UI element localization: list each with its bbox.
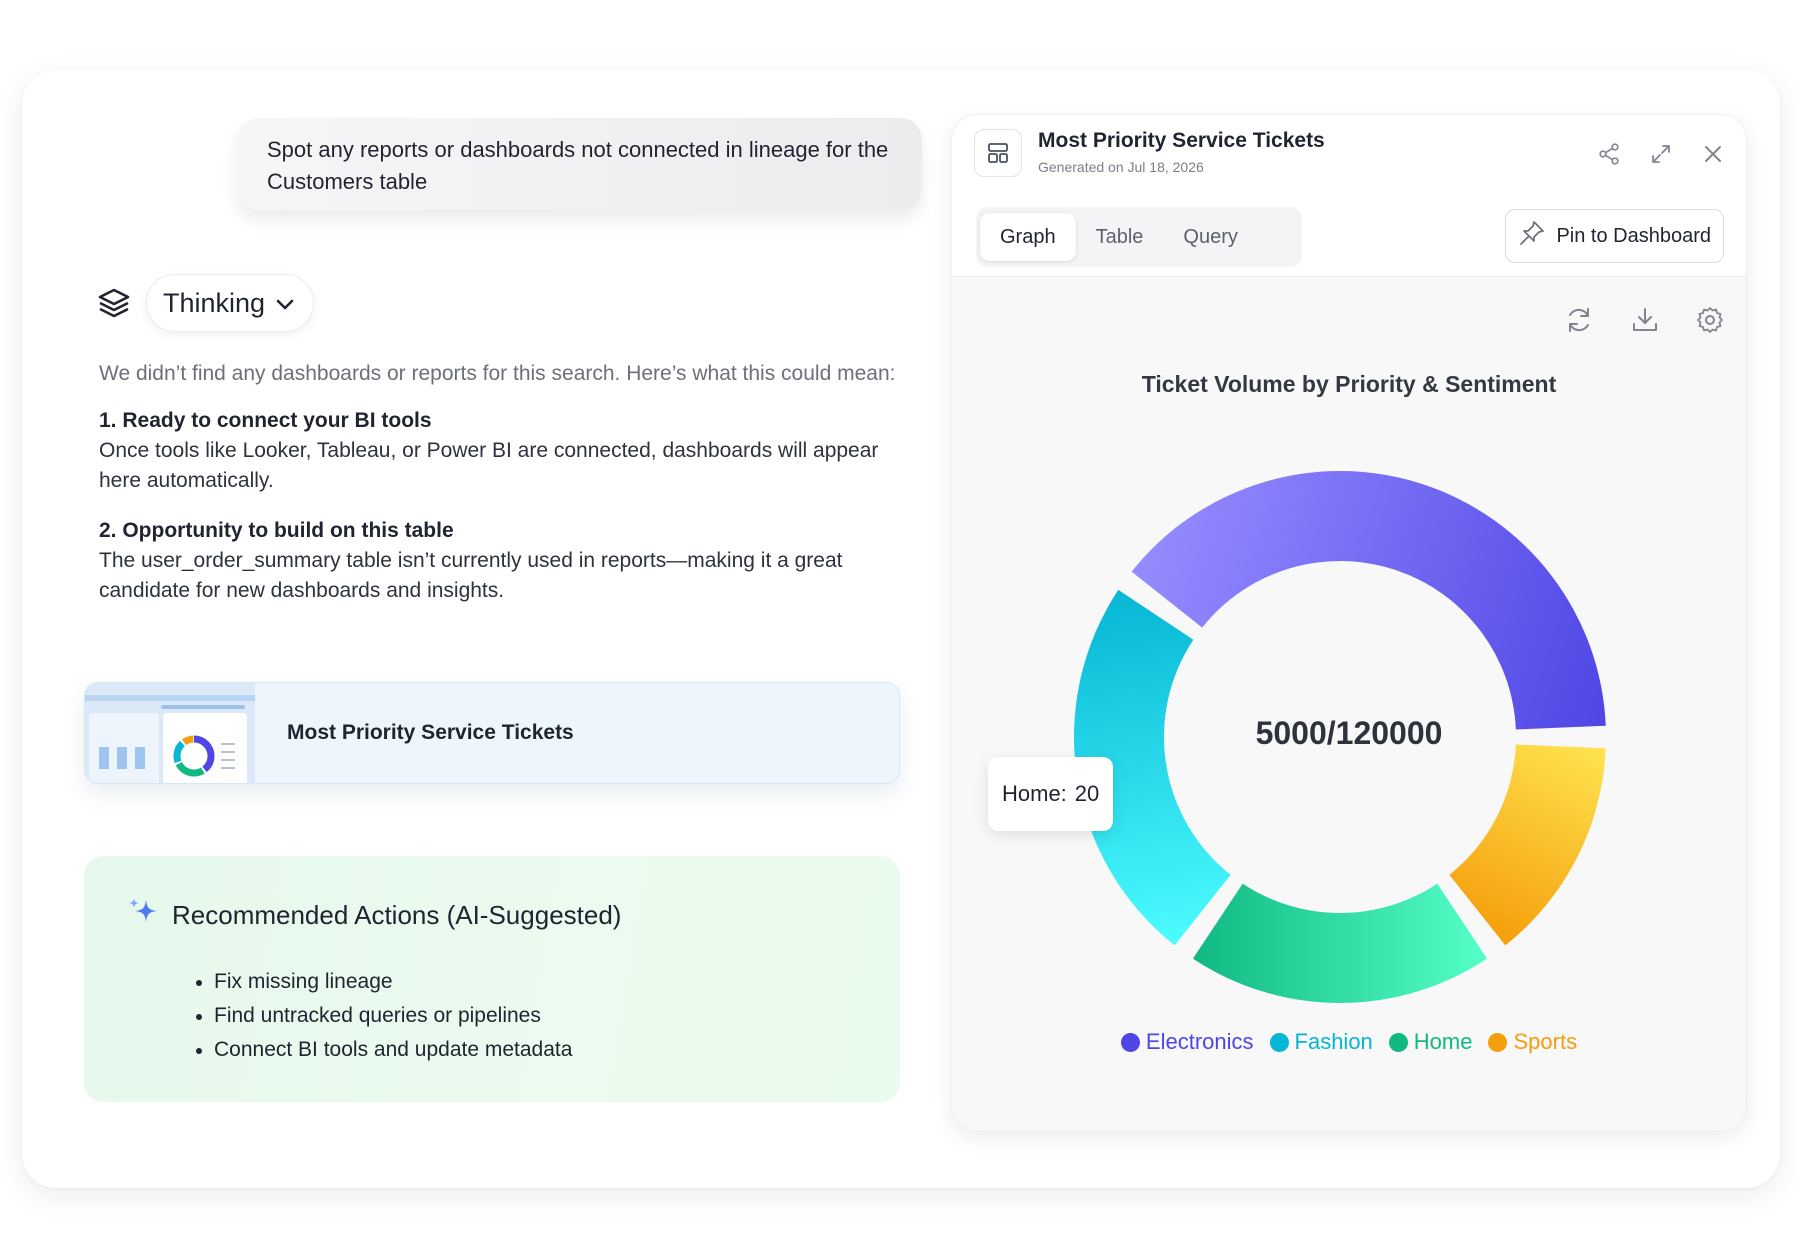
tooltip-value: 20: [1074, 781, 1100, 806]
recommended-actions-title: Recommended Actions (AI-Suggested): [172, 900, 622, 930]
report-thumbnail: [85, 683, 255, 783]
chart-tooltip: Home: 20: [988, 757, 1114, 831]
legend-item-home[interactable]: Home: [1388, 1029, 1473, 1055]
action-item[interactable]: Fix missing lineage: [196, 965, 858, 999]
user-message-text: Spot any reports or dashboards not conne…: [267, 137, 889, 194]
donut-slice-sports[interactable]: [1449, 744, 1606, 946]
legend-dot: [1488, 1032, 1508, 1052]
legend-dot: [1120, 1032, 1140, 1052]
legend-item-sports[interactable]: Sports: [1488, 1029, 1577, 1055]
report-card-title: Most Priority Service Tickets: [287, 721, 574, 744]
thinking-toggle[interactable]: Thinking: [146, 274, 315, 332]
thinking-row: Thinking: [96, 274, 315, 332]
point-2-title: 2. Opportunity to build on this table: [99, 519, 454, 542]
recommended-actions-card: Recommended Actions (AI-Suggested) Fix m…: [84, 856, 900, 1102]
point-1-title: 1. Ready to connect your BI tools: [99, 409, 432, 432]
report-card[interactable]: Most Priority Service Tickets: [84, 682, 900, 784]
action-item[interactable]: Connect BI tools and update metadata: [196, 1033, 858, 1067]
action-item[interactable]: Find untracked queries or pipelines: [196, 999, 858, 1033]
legend-dot: [1388, 1032, 1408, 1052]
donut-slice-electronics[interactable]: [1131, 470, 1606, 730]
answer-intro: We didn’t find any dashboards or reports…: [99, 362, 896, 385]
chevron-down-icon: [275, 288, 295, 319]
tooltip-label: Home:: [1002, 781, 1067, 806]
legend-item-electronics[interactable]: Electronics: [1120, 1029, 1254, 1055]
point-2-body: The user_order_summary table isn’t curre…: [99, 549, 843, 602]
recommended-actions-list: Fix missing lineage Find untracked queri…: [196, 965, 858, 1067]
user-message-bubble: Spot any reports or dashboards not conne…: [237, 118, 922, 210]
donut-center-label: 5000/120000: [1255, 715, 1443, 751]
donut-slice-home[interactable]: [1192, 883, 1488, 1004]
layers-icon: [96, 285, 132, 321]
legend-dot: [1269, 1032, 1289, 1052]
thinking-label: Thinking: [163, 287, 266, 318]
point-1-body: Once tools like Looker, Tableau, or Powe…: [99, 439, 879, 492]
donut-chart: [1074, 470, 1606, 1004]
legend-label: Fashion: [1294, 1029, 1373, 1054]
legend-item-fashion[interactable]: Fashion: [1269, 1029, 1373, 1055]
chart-legend: Electronics Fashion Home Sports: [952, 1029, 1746, 1055]
legend-label: Home: [1413, 1029, 1473, 1054]
sparkle-icon: [126, 896, 160, 935]
chart-panel: Most Priority Service Tickets Generated …: [951, 114, 1747, 1132]
legend-label: Sports: [1513, 1029, 1578, 1054]
assistant-answer: We didn’t find any dashboards or reports…: [99, 358, 919, 626]
legend-label: Electronics: [1145, 1029, 1254, 1054]
